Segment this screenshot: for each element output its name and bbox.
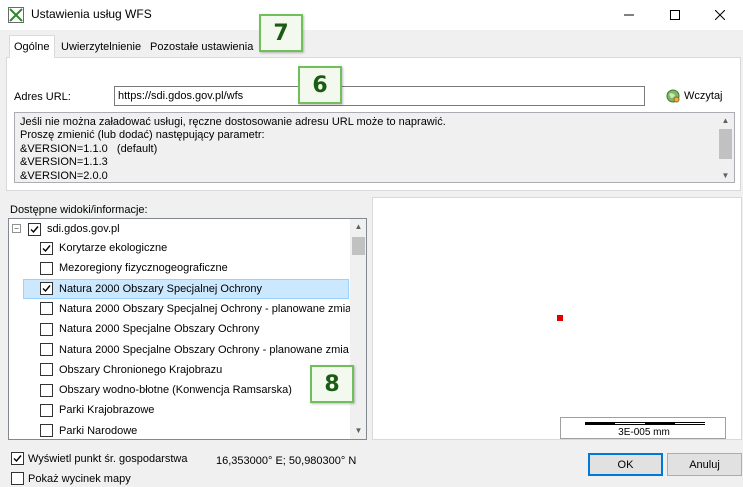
url-input[interactable]: https://sdi.gdos.gov.pl/wfs xyxy=(114,86,645,106)
layer-item-label: Obszary wodno-błotne (Konwencja Ramsarsk… xyxy=(59,384,292,397)
coordinates-readout: 16,353000° E; 50,980300° N xyxy=(216,455,357,467)
layer-item-label: Natura 2000 Specjalne Obszary Ochrony - … xyxy=(59,343,349,356)
map-point-marker xyxy=(557,315,563,321)
scroll-up-icon[interactable]: ▲ xyxy=(350,219,366,233)
window-title: Ustawienia usług WFS xyxy=(31,7,152,21)
checkbox[interactable] xyxy=(40,282,53,296)
load-button[interactable]: Wczytaj xyxy=(666,86,723,106)
layer-item-label: Korytarze ekologiczne xyxy=(59,242,168,254)
checkbox[interactable] xyxy=(40,403,53,417)
minimize-icon xyxy=(624,14,634,16)
layer-item[interactable]: Obszary wodno-błotne (Konwencja Ramsarsk… xyxy=(24,380,350,400)
load-label: Wczytaj xyxy=(684,90,723,102)
show-extent-label: Pokaż wycinek mapy xyxy=(28,472,131,485)
url-label: Adres URL: xyxy=(14,91,71,103)
checkbox[interactable] xyxy=(11,452,24,465)
layer-item-label: Natura 2000 Specjalne Obszary Ochrony xyxy=(59,323,260,336)
tab-other-settings[interactable]: Pozostałe ustawienia xyxy=(145,35,256,57)
layer-item[interactable]: Natura 2000 Obszary Specjalnej Ochrony xyxy=(23,278,349,299)
app-icon xyxy=(8,7,24,23)
checkmark-icon xyxy=(13,455,22,463)
ok-button[interactable]: OK xyxy=(588,453,663,476)
show-point-label: Wyświetl punkt śr. gospodarstwa xyxy=(28,452,188,465)
tab-general[interactable]: Ogólne xyxy=(9,35,55,58)
tree-scrollbar[interactable]: ▲ ▼ xyxy=(350,219,366,439)
scroll-down-icon[interactable]: ▼ xyxy=(350,423,366,437)
checkbox[interactable] xyxy=(28,222,41,236)
layer-item-label: Mezoregiony fizycznogeograficzne xyxy=(59,262,228,275)
maximize-icon xyxy=(670,10,680,20)
layer-item[interactable]: Natura 2000 Specjalne Obszary Ochrony xyxy=(24,319,350,339)
layer-item[interactable]: Mezoregiony fizycznogeograficzne xyxy=(24,258,350,278)
collapse-icon[interactable]: − xyxy=(12,224,21,233)
info-textbox[interactable]: Jeśli nie można załadować usługi, ręczne… xyxy=(14,112,735,183)
checkmark-icon xyxy=(42,285,51,293)
checkbox[interactable] xyxy=(40,424,53,438)
scroll-down-icon[interactable]: ▼ xyxy=(717,168,734,182)
checkbox[interactable] xyxy=(40,363,53,377)
tree-node-label: sdi.gdos.gov.pl xyxy=(47,223,120,235)
scroll-thumb[interactable] xyxy=(719,129,732,159)
checkbox[interactable] xyxy=(40,383,53,397)
layer-item[interactable]: Parki Narodowe xyxy=(24,421,350,439)
layer-item-label: Obszary Chronionego Krajobrazu xyxy=(59,363,223,376)
minimize-button[interactable] xyxy=(606,0,652,30)
show-point-checkbox[interactable]: Wyświetl punkt śr. gospodarstwa xyxy=(11,452,187,465)
close-button[interactable] xyxy=(697,0,743,30)
checkbox[interactable] xyxy=(40,343,53,356)
layer-item-label: Natura 2000 Obszary Specjalnej Ochrony xyxy=(59,282,262,295)
show-extent-checkbox[interactable]: Pokaż wycinek mapy xyxy=(11,472,131,485)
layer-item-label: Parki Narodowe xyxy=(59,424,138,437)
layer-item-label: Natura 2000 Obszary Specjalnej Ochrony -… xyxy=(59,302,352,315)
checkbox[interactable] xyxy=(40,261,53,275)
scale-label: 3E-005 mm xyxy=(618,427,670,438)
info-scrollbar[interactable]: ▲ ▼ xyxy=(717,113,734,182)
scroll-thumb[interactable] xyxy=(352,237,365,255)
scale-bar-graphic xyxy=(585,422,705,425)
checkmark-icon xyxy=(30,225,39,233)
info-text: Jeśli nie można załadować usługi, ręczne… xyxy=(20,116,446,182)
close-icon xyxy=(715,10,725,20)
checkbox[interactable] xyxy=(40,241,53,255)
checkbox[interactable] xyxy=(40,322,53,336)
checkbox[interactable] xyxy=(40,302,53,316)
callout-6: 6 xyxy=(298,66,342,104)
cancel-button[interactable]: Anuluj xyxy=(667,453,742,476)
maximize-button[interactable] xyxy=(652,0,698,30)
layer-item-label: Parki Krajobrazowe xyxy=(59,404,155,417)
callout-7: 7 xyxy=(259,14,303,52)
scale-bar: 3E-005 mm xyxy=(560,417,726,439)
layer-item[interactable]: Korytarze ekologiczne xyxy=(24,238,350,258)
layer-item[interactable]: Natura 2000 Obszary Specjalnej Ochrony -… xyxy=(24,299,352,319)
layers-label: Dostępne widoki/informacje: xyxy=(10,204,148,216)
callout-8: 8 xyxy=(310,365,354,403)
layer-item[interactable]: Natura 2000 Specjalne Obszary Ochrony - … xyxy=(24,340,350,360)
layers-tree[interactable]: − sdi.gdos.gov.pl Korytarze ekologiczne Mez… xyxy=(8,218,367,440)
globe-icon xyxy=(666,89,680,103)
layer-item[interactable]: Obszary Chronionego Krajobrazu xyxy=(24,360,350,380)
checkbox[interactable] xyxy=(11,472,24,485)
tab-authentication[interactable]: Uwierzytelnienie xyxy=(56,35,144,57)
checkmark-icon xyxy=(42,244,51,252)
tree-root-node[interactable]: − sdi.gdos.gov.pl xyxy=(9,219,349,239)
scroll-up-icon[interactable]: ▲ xyxy=(717,113,734,127)
map-preview[interactable]: 3E-005 mm xyxy=(372,197,742,440)
layer-item[interactable]: Parki Krajobrazowe xyxy=(24,400,350,420)
